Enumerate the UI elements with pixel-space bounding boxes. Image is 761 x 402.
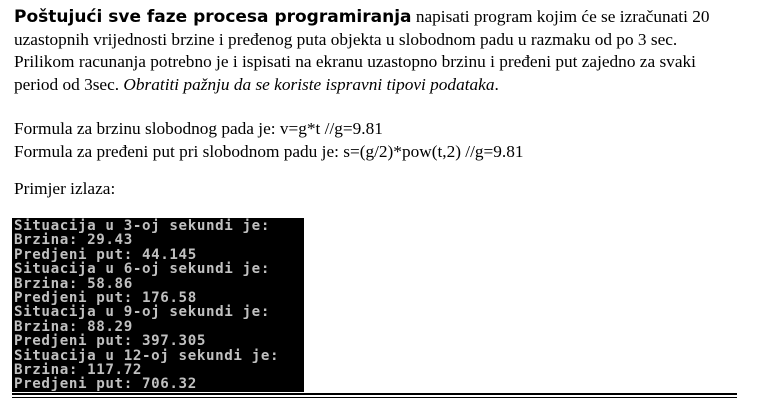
console-line: Situacija u 9-oj sekundi je: <box>14 304 270 321</box>
console-line: Situacija u 3-oj sekundi je: <box>14 218 270 234</box>
console-line: Predjeni put: 706.32 <box>14 376 197 392</box>
formulas-block: Formula za brzinu slobodnog pada je: v=g… <box>14 118 524 163</box>
task-lead-bold: Poštujući sve faze procesa programiranja <box>14 7 412 27</box>
console-line: Brzina: 88.29 <box>14 318 133 335</box>
document-body: Poštujući sve faze procesa programiranja… <box>14 6 754 198</box>
console-line: Brzina: 29.43 <box>14 232 133 249</box>
speed-formula: Formula za brzinu slobodnog pada je: v=g… <box>14 119 383 138</box>
task-description: Poštujući sve faze procesa programiranja… <box>14 6 754 96</box>
task-line4-italic: Obratiti pažnju da se koriste ispravni t… <box>123 74 495 94</box>
console-line: Brzina: 58.86 <box>14 275 133 292</box>
task-line4-end: . <box>494 74 499 94</box>
task-line2: uzastopnih vrijednosti brzine i pređenog… <box>14 29 678 49</box>
console-line: Situacija u 6-oj sekundi je: <box>14 261 270 278</box>
console-line: Predjeni put: 176.58 <box>14 290 197 307</box>
section-divider-thick <box>12 393 737 395</box>
distance-formula: Formula za pređeni put pri slobodnom pad… <box>14 141 524 161</box>
console-line: Brzina: 117.72 <box>14 362 142 379</box>
console-output-screenshot: Situacija u 3-oj sekundi je: Brzina: 29.… <box>12 218 304 392</box>
console-line: Situacija u 12-oj sekundi je: <box>14 347 280 364</box>
example-output-label: Primjer izlaza: <box>14 179 116 198</box>
console-line: Predjeni put: 397.305 <box>14 333 206 350</box>
section-divider-thin <box>12 397 737 398</box>
console-line: Predjeni put: 44.145 <box>14 246 197 263</box>
task-line4-start: period od 3sec. <box>14 74 124 94</box>
task-line1-rest: napisati program kojim će se izračunati … <box>411 7 710 26</box>
task-line3: Prilikom racunanja potrebno je i ispisat… <box>14 52 696 71</box>
